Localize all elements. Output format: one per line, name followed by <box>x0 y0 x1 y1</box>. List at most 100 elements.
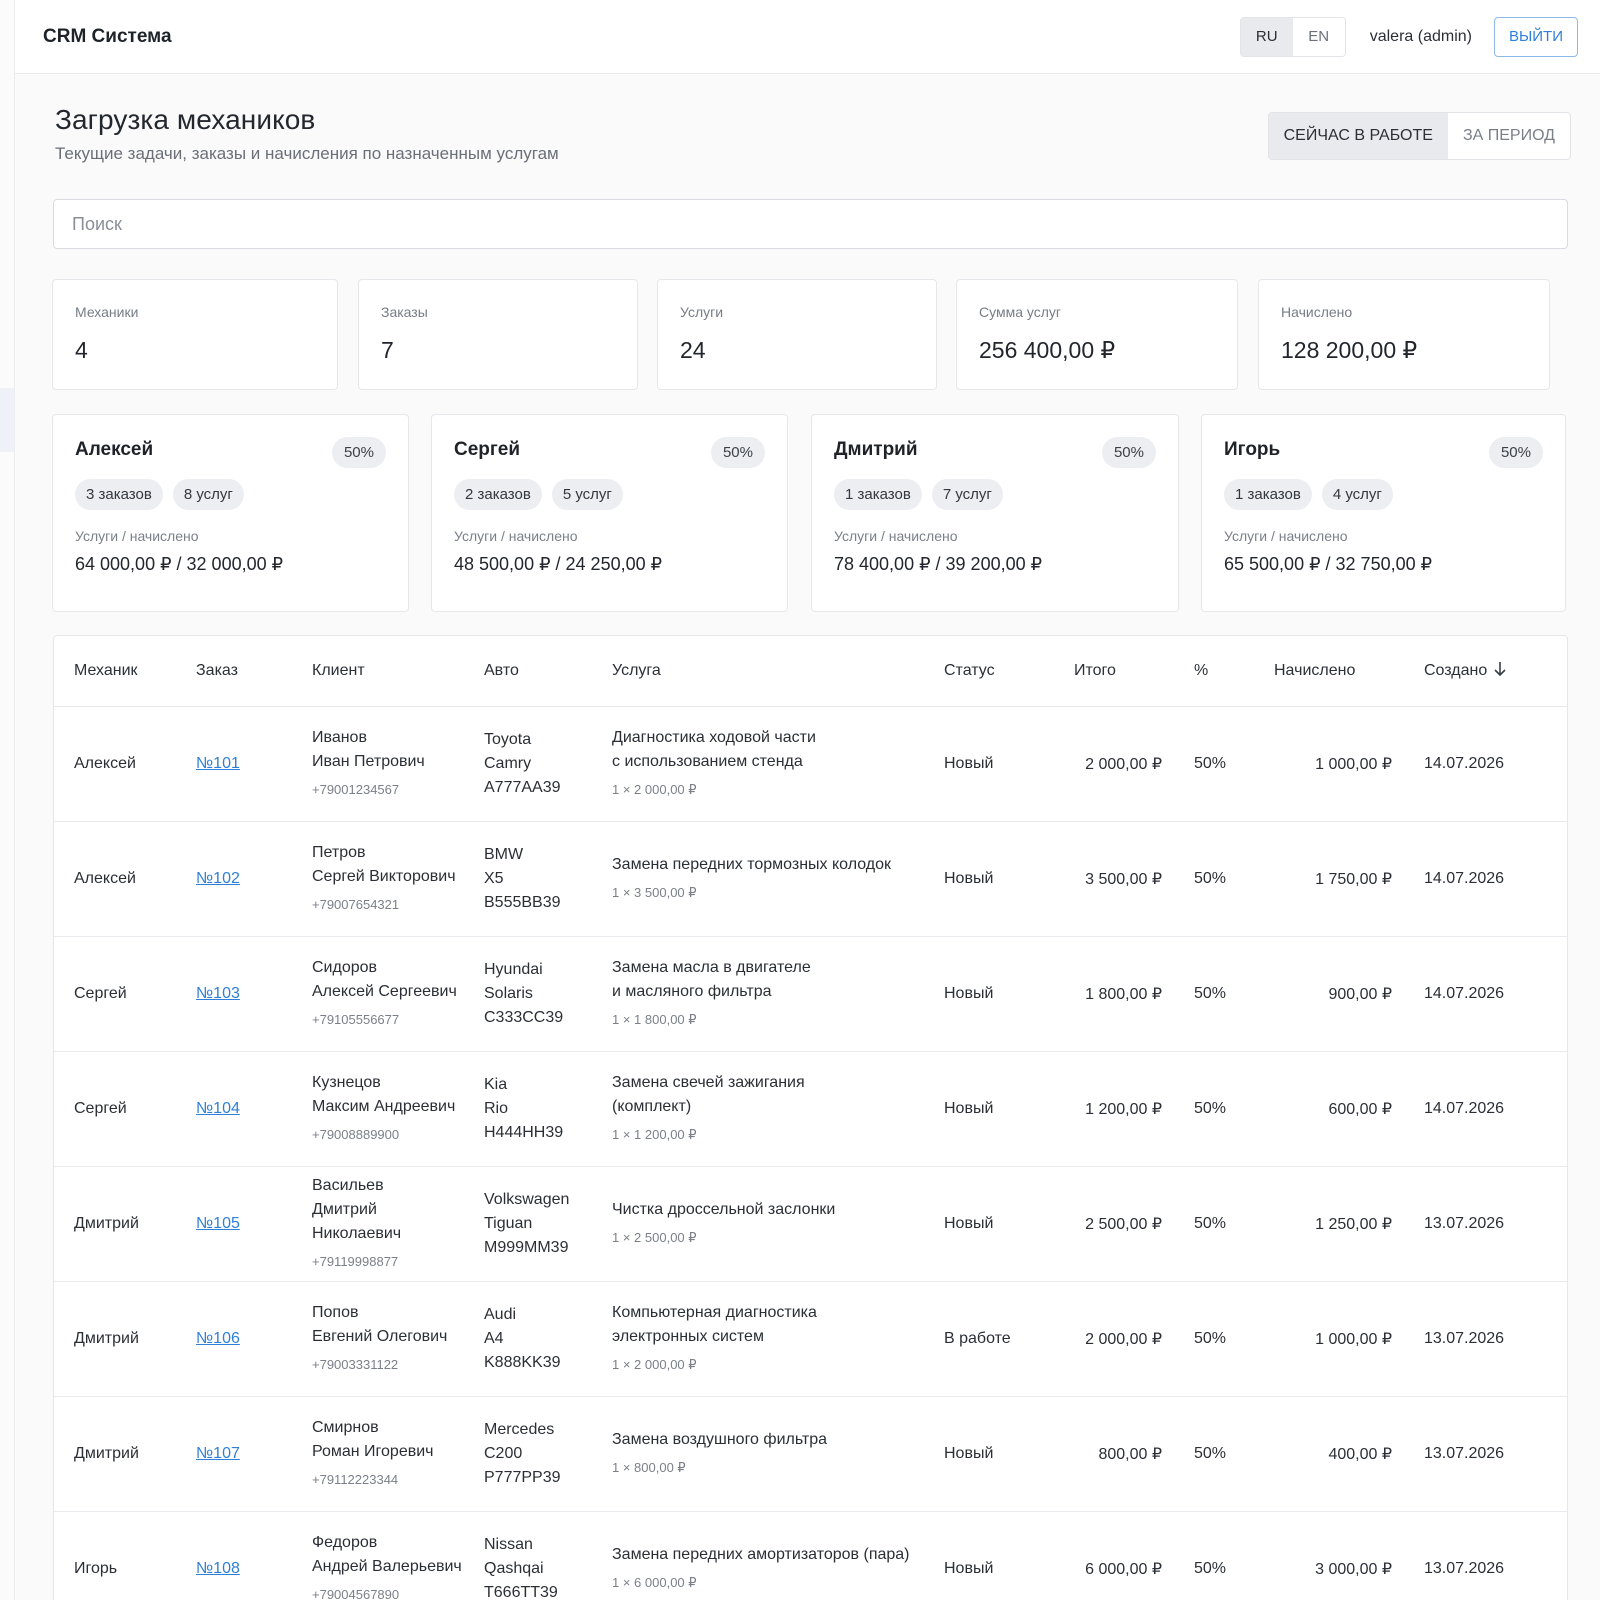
client-phone: +79008889900 <box>312 1126 400 1142</box>
column-header-created[interactable]: Создано <box>1404 636 1567 707</box>
table-row[interactable]: Дмитрий №107 Смирнов Роман Игоревич +7911222… <box>54 1396 1567 1512</box>
car-model: C200 <box>484 1444 523 1462</box>
column-header-car[interactable]: Авто <box>464 636 592 707</box>
left-edge-marker <box>0 388 14 452</box>
order-link[interactable]: №105 <box>196 1215 240 1232</box>
service-qty: 1 × 1 200,00 ₽ <box>612 1126 697 1142</box>
cell-accrued: 3 000,00 ₽ <box>1254 1511 1404 1600</box>
mechanic-sums: 78 400,00 ₽ / 39 200,00 ₽ <box>834 554 1043 574</box>
stat-value: 128 200,00 ₽ <box>1281 337 1418 363</box>
client-last-name: Сидоров <box>312 958 378 976</box>
table-row[interactable]: Алексей №101 Иванов Иван Петрович +790012345… <box>54 706 1567 822</box>
cell-created: 14.07.2026 <box>1404 1051 1567 1167</box>
order-link[interactable]: №108 <box>196 1560 240 1577</box>
table-row[interactable]: Дмитрий №106 Попов Евгений Олегович +7900333… <box>54 1281 1567 1397</box>
column-header-service[interactable]: Услуга <box>592 636 924 707</box>
order-link[interactable]: №106 <box>196 1330 240 1347</box>
order-link[interactable]: №102 <box>196 870 240 887</box>
column-header-total[interactable]: Итого <box>1054 636 1174 707</box>
stat-card-orders: Заказы 7 <box>358 279 638 390</box>
cell-created: 14.07.2026 <box>1404 936 1567 1052</box>
column-header-status[interactable]: Статус <box>924 636 1054 707</box>
app-brand: CRM Система <box>43 25 172 47</box>
cell-percent: 50% <box>1174 1166 1254 1282</box>
service-name: Диагностика ходовой части <box>612 728 816 746</box>
service-qty: 1 × 2 500,00 ₽ <box>612 1229 697 1245</box>
orders-table: Механик Заказ Клиент Авто Услуга Статус … <box>54 636 1567 1600</box>
client-phone: +79112223344 <box>312 1471 399 1487</box>
cell-percent: 50% <box>1174 1396 1254 1512</box>
column-header-order[interactable]: Заказ <box>176 636 292 707</box>
stat-label: Услуги <box>680 304 724 320</box>
stat-label: Механики <box>75 304 139 320</box>
mechanic-card[interactable]: Игорь 50% 1 заказов 4 услуг Услуги / нач… <box>1201 414 1566 612</box>
mode-period-button[interactable]: ЗА ПЕРИОД <box>1448 113 1570 159</box>
order-link[interactable]: №101 <box>196 755 240 772</box>
mechanic-sums-label: Услуги / начислено <box>454 528 578 544</box>
cell-order: №107 <box>176 1396 292 1512</box>
client-phone: +79007654321 <box>312 896 400 912</box>
cell-accrued: 600,00 ₽ <box>1254 1051 1404 1167</box>
cell-mechanic: Сергей <box>54 1051 176 1167</box>
service-qty: 1 × 3 500,00 ₽ <box>612 884 697 900</box>
client-first-name: Максим Андреевич <box>312 1097 456 1115</box>
car-make: Mercedes <box>484 1420 555 1438</box>
car-plate: M999MM39 <box>484 1238 569 1256</box>
cell-percent: 50% <box>1174 936 1254 1052</box>
column-header-mechanic[interactable]: Механик <box>54 636 176 707</box>
service-name: Замена свечей зажигания <box>612 1073 805 1091</box>
cell-total: 6 000,00 ₽ <box>1054 1511 1174 1600</box>
service-name: Компьютерная диагностика <box>612 1303 817 1321</box>
stat-value: 256 400,00 ₽ <box>979 337 1116 363</box>
mode-now-button[interactable]: СЕЙЧАС В РАБОТЕ <box>1268 113 1448 159</box>
cell-status: Новый <box>924 936 1054 1052</box>
car-make: Nissan <box>484 1535 533 1553</box>
car-model: Tiguan <box>484 1214 533 1232</box>
cell-mechanic: Сергей <box>54 936 176 1052</box>
cell-accrued: 1 000,00 ₽ <box>1254 706 1404 822</box>
service-name: Замена масла в двигателе <box>612 958 811 976</box>
search-input[interactable] <box>53 199 1568 249</box>
sort-arrow-down-icon <box>1494 662 1506 677</box>
cell-status: Новый <box>924 706 1054 822</box>
service-qty: 1 × 6 000,00 ₽ <box>612 1574 697 1590</box>
mechanic-card[interactable]: Сергей 50% 2 заказов 5 услуг Услуги / на… <box>431 414 788 612</box>
order-link[interactable]: №103 <box>196 985 240 1002</box>
order-link[interactable]: №107 <box>196 1445 240 1462</box>
cell-mechanic: Игорь <box>54 1511 176 1600</box>
car-make: Kia <box>484 1075 508 1093</box>
client-first-name: Евгений Олегович <box>312 1327 448 1345</box>
current-user: valera (admin) <box>1369 27 1472 45</box>
client-first-name: Роман Игоревич <box>312 1442 434 1460</box>
column-header-accrued[interactable]: Начислено <box>1254 636 1404 707</box>
cell-mechanic: Дмитрий <box>54 1281 176 1397</box>
cell-percent: 50% <box>1174 706 1254 822</box>
lang-en-button[interactable]: EN <box>1292 17 1345 56</box>
column-header-created-label: Создано <box>1424 662 1488 680</box>
lang-ru-button[interactable]: RU <box>1240 17 1293 56</box>
stat-value: 7 <box>381 337 394 363</box>
car-make: Hyundai <box>484 960 543 978</box>
cell-status: Новый <box>924 1396 1054 1512</box>
client-first-name: Алексей Сергеевич <box>312 982 457 1000</box>
table-row[interactable]: Алексей №102 Петров Сергей Викторович +79007… <box>54 821 1567 937</box>
stat-card-accrued: Начислено 128 200,00 ₽ <box>1258 279 1550 390</box>
table-row[interactable]: Сергей №104 Кузнецов Максим Андреевич +79008… <box>54 1051 1567 1167</box>
table-row[interactable]: Сергей №103 Сидоров Алексей Сергеевич +79105… <box>54 936 1567 1052</box>
mechanic-card[interactable]: Алексей 50% 3 заказов 8 услуг Услуги / н… <box>52 414 409 612</box>
cell-client: Кузнецов Максим Андреевич +79008889900 <box>292 1051 464 1167</box>
column-header-percent[interactable]: % <box>1174 636 1254 707</box>
cell-mechanic: Дмитрий <box>54 1166 176 1282</box>
order-link[interactable]: №104 <box>196 1100 240 1117</box>
orders-chip: 1 заказов <box>834 479 922 510</box>
logout-button[interactable]: ВЫЙТИ <box>1493 16 1578 57</box>
column-header-client[interactable]: Клиент <box>292 636 464 707</box>
car-plate: K888KK39 <box>484 1353 561 1371</box>
table-row[interactable]: Игорь №108 Федоров Андрей Валерьевич +790045… <box>54 1511 1567 1600</box>
orders-chip: 1 заказов <box>1224 479 1312 510</box>
client-last-name: Федоров <box>312 1533 378 1551</box>
cell-status: Новый <box>924 821 1054 937</box>
table-row[interactable]: Дмитрий №105 Васильев Дмитрий Николаевич +79… <box>54 1166 1567 1282</box>
mechanic-card[interactable]: Дмитрий 50% 1 заказов 7 услуг Услуги / н… <box>811 414 1179 612</box>
service-qty: 1 × 2 000,00 ₽ <box>612 1356 697 1372</box>
